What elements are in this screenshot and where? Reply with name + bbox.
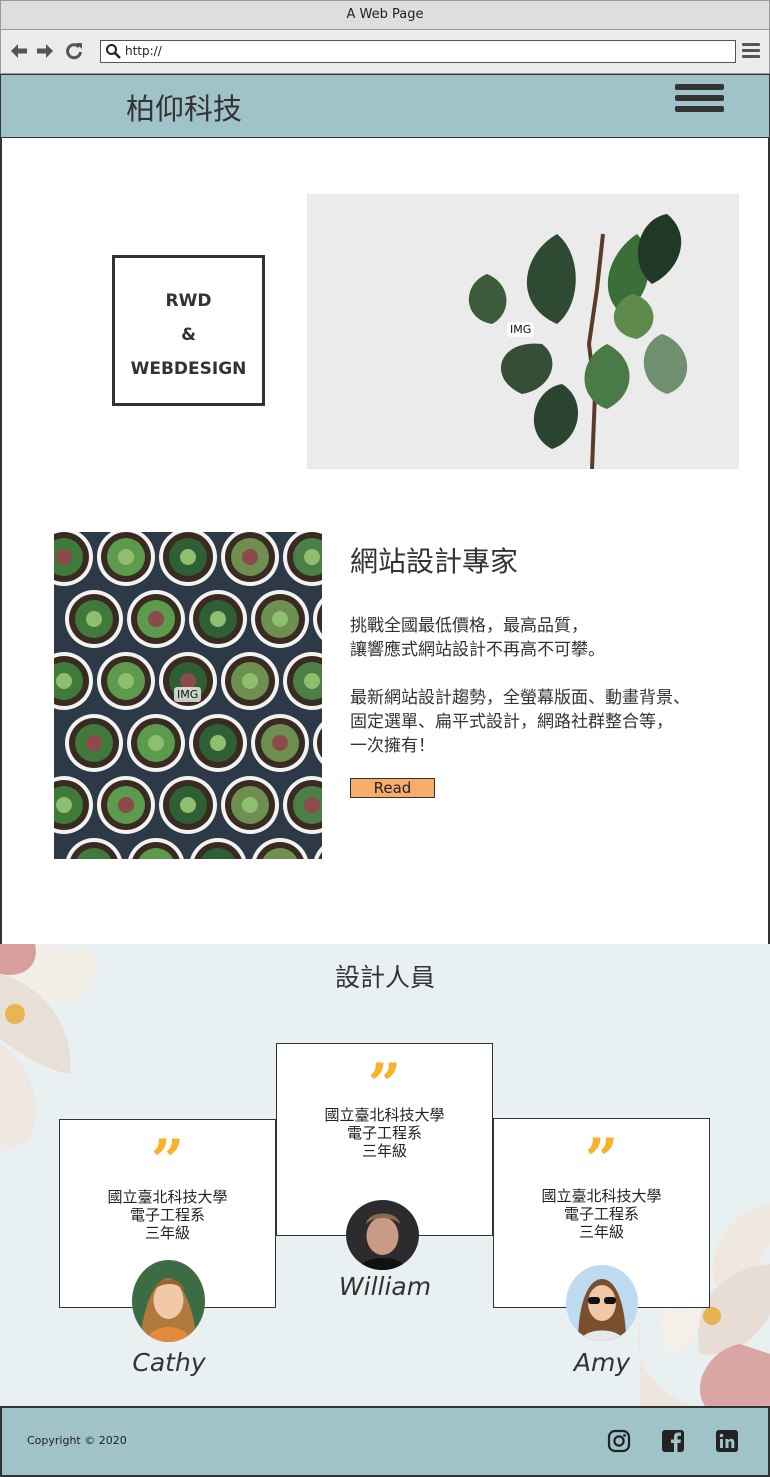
site-header (0, 74, 770, 138)
succulents-image: IMG (54, 532, 322, 859)
intro-paragraph-2: 最新網站設計趨勢，全螢幕版面、動畫背景、 固定選單、扁平式設計，網路社群整合等，… (350, 688, 690, 756)
avatar-william (346, 1200, 419, 1270)
quote-icon: ” (584, 1126, 619, 1194)
address-bar[interactable]: http:// (100, 40, 736, 63)
image-placeholder-label: IMG (507, 322, 535, 337)
copyright-text: Copyright © 2020 (27, 1434, 127, 1447)
facebook-icon[interactable] (661, 1429, 685, 1453)
reload-icon[interactable] (64, 41, 84, 61)
designer-info: 國立臺北科技大學 電子工程系 三年級 (324, 1106, 445, 1160)
designers-title: 設計人員 (334, 963, 435, 992)
forward-arrow-icon[interactable] (35, 41, 55, 61)
rwd-webdesign-box: RWD & WEBDESIGN (112, 255, 265, 406)
quote-icon: ” (150, 1127, 185, 1195)
designer-name-cathy: Cathy (132, 1348, 206, 1377)
rwd-line-2: & (181, 325, 196, 345)
window-title: A Web Page (0, 0, 770, 30)
rwd-line-1: RWD (165, 291, 212, 311)
avatar-cathy (132, 1260, 205, 1342)
address-text: http:// (125, 44, 162, 58)
designer-info: 國立臺北科技大學 電子工程系 三年級 (541, 1187, 662, 1241)
read-button[interactable]: Read (350, 778, 435, 798)
rwd-line-3: WEBDESIGN (130, 359, 247, 379)
browser-toolbar: http:// (0, 30, 770, 74)
search-icon (105, 43, 121, 66)
avatar-amy (566, 1265, 638, 1341)
quote-icon: ” (367, 1051, 402, 1119)
plant-hero-image: IMG (307, 194, 739, 469)
section-title: 網站設計專家 (350, 545, 519, 578)
site-brand[interactable]: 柏仰科技 (126, 86, 242, 128)
intro-paragraph-1: 挑戰全國最低價格，最高品質， 讓響應式網站設計不再高不可攀。 (350, 616, 605, 660)
browser-menu-icon[interactable] (742, 43, 760, 59)
instagram-icon[interactable] (607, 1429, 631, 1453)
hamburger-menu-icon[interactable] (675, 84, 724, 124)
image-placeholder-label: IMG (174, 687, 202, 702)
designer-name-william: William (338, 1272, 432, 1301)
designer-name-amy: Amy (573, 1348, 631, 1377)
back-arrow-icon[interactable] (9, 41, 29, 61)
designer-info: 國立臺北科技大學 電子工程系 三年級 (107, 1188, 228, 1242)
linkedin-icon[interactable] (715, 1429, 739, 1453)
